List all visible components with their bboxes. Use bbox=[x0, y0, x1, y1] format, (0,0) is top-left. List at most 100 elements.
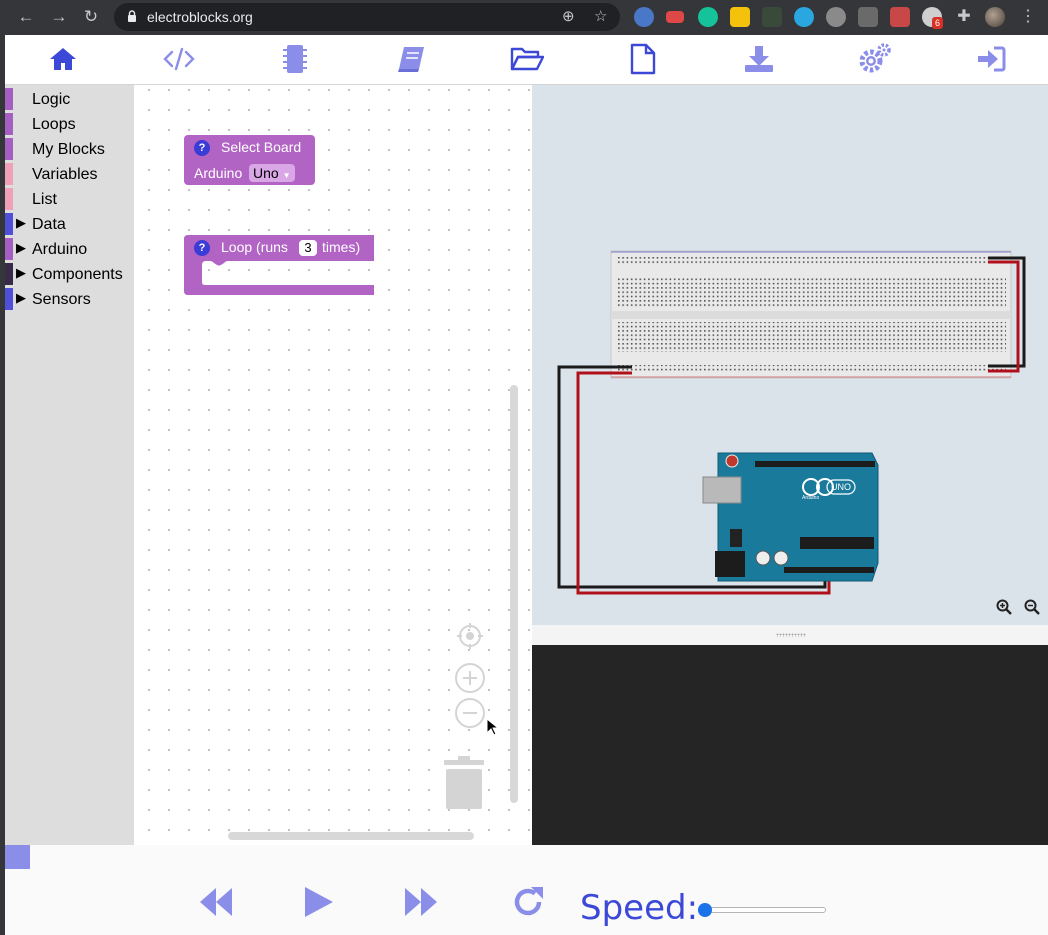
settings-icon[interactable] bbox=[855, 39, 895, 79]
accent-square bbox=[5, 845, 30, 869]
category-color-bar bbox=[5, 113, 13, 135]
breadboard-lower-holes bbox=[616, 322, 1006, 352]
speed-slider[interactable] bbox=[698, 903, 826, 917]
circuit-simulator[interactable]: UNO Arduino bbox=[532, 85, 1048, 625]
lock-icon bbox=[128, 10, 136, 22]
extension-red-shield-icon[interactable] bbox=[890, 7, 910, 27]
workspace-horizontal-scrollbar[interactable] bbox=[228, 832, 474, 840]
extension-gear-icon[interactable] bbox=[826, 7, 846, 27]
browser-chrome: ← → ↻ electroblocks.org ⊕ ☆ 6 ✚ ⋮ bbox=[0, 0, 1048, 35]
board-field-label: Arduino bbox=[194, 165, 243, 181]
sim-zoom-in-icon[interactable] bbox=[996, 599, 1012, 615]
sign-in-icon[interactable] bbox=[971, 39, 1011, 79]
extension-c-icon[interactable] bbox=[858, 7, 878, 27]
zoom-in-icon[interactable] bbox=[455, 663, 485, 693]
breadboard-upper-holes bbox=[616, 278, 1006, 308]
grammarly-icon[interactable] bbox=[698, 7, 718, 27]
blockly-workspace[interactable]: ? Select Board Arduino Uno ▼ ? Loop (run… bbox=[134, 85, 532, 845]
block-title: Select Board bbox=[221, 139, 302, 155]
sidebar-item-loops[interactable]: Loops bbox=[5, 112, 134, 137]
code-icon[interactable] bbox=[159, 39, 199, 79]
category-color-bar bbox=[5, 263, 13, 285]
atmega-chip bbox=[800, 537, 874, 549]
category-color-bar bbox=[5, 213, 13, 235]
capacitor bbox=[755, 550, 771, 566]
panel-resize-handle[interactable] bbox=[532, 625, 1048, 645]
resize-grip-icon bbox=[776, 633, 806, 637]
extensions-puzzle-icon[interactable]: ✚ bbox=[954, 7, 974, 27]
app-toolbar bbox=[5, 35, 1048, 85]
loop-count-field[interactable]: 3 bbox=[299, 240, 317, 256]
sidebar-item-variables[interactable]: Variables bbox=[5, 162, 134, 187]
sidebar-item-label: Sensors bbox=[32, 291, 91, 308]
loop-label-prefix: Loop (runs bbox=[221, 239, 288, 255]
help-icon[interactable]: ? bbox=[194, 140, 210, 156]
toolbox-sidebar: Logic Loops My Blocks Variables List ▶ Data ▶ Ar… bbox=[5, 85, 134, 845]
board-dropdown[interactable]: Uno ▼ bbox=[249, 164, 295, 182]
expand-arrow-icon[interactable]: ▶ bbox=[16, 215, 26, 231]
sidebar-item-logic[interactable]: Logic bbox=[5, 87, 134, 112]
category-color-bar bbox=[5, 88, 13, 110]
serial-console[interactable] bbox=[532, 645, 1048, 845]
sidebar-item-my-blocks[interactable]: My Blocks bbox=[5, 137, 134, 162]
sidebar-item-label: Logic bbox=[32, 91, 71, 108]
play-icon[interactable] bbox=[300, 884, 336, 920]
expand-arrow-icon[interactable]: ▶ bbox=[16, 240, 26, 256]
expand-arrow-icon[interactable]: ▶ bbox=[16, 265, 26, 281]
sidebar-item-arduino[interactable]: ▶ Arduino bbox=[5, 237, 134, 262]
sidebar-item-data[interactable]: ▶ Data bbox=[5, 212, 134, 237]
chip-icon[interactable] bbox=[275, 39, 315, 79]
sidebar-item-label: Variables bbox=[32, 166, 98, 183]
new-file-icon[interactable] bbox=[623, 39, 663, 79]
category-color-bar bbox=[5, 238, 13, 260]
expand-arrow-icon[interactable]: ▶ bbox=[16, 290, 26, 306]
home-icon[interactable] bbox=[43, 39, 83, 79]
mouse-cursor-icon bbox=[486, 717, 500, 741]
folder-open-icon[interactable] bbox=[507, 39, 547, 79]
sidebar-item-sensors[interactable]: ▶ Sensors bbox=[5, 287, 134, 312]
restart-icon[interactable] bbox=[509, 884, 547, 920]
step-backward-icon[interactable] bbox=[197, 884, 235, 920]
capacitor bbox=[773, 550, 789, 566]
loop-block[interactable]: ? Loop (runs 3 times) bbox=[184, 235, 374, 295]
sidebar-item-label: Components bbox=[32, 266, 123, 283]
usb-port bbox=[702, 476, 742, 504]
select-board-block[interactable]: ? Select Board Arduino Uno ▼ bbox=[184, 135, 315, 185]
extension-blue-icon[interactable] bbox=[794, 7, 814, 27]
menu-dots-icon[interactable]: ⋮ bbox=[1018, 7, 1038, 27]
sidebar-item-label: List bbox=[32, 191, 57, 208]
sidebar-item-list[interactable]: List bbox=[5, 187, 134, 212]
book-icon[interactable] bbox=[391, 39, 431, 79]
trash-icon[interactable] bbox=[442, 755, 486, 811]
download-icon[interactable] bbox=[739, 39, 779, 79]
extension-shield-icon[interactable] bbox=[730, 7, 750, 27]
bookmark-star-icon[interactable]: ☆ bbox=[594, 7, 607, 27]
zoom-out-icon[interactable] bbox=[455, 698, 485, 728]
forward-icon[interactable]: → bbox=[48, 6, 70, 28]
category-color-bar bbox=[5, 288, 13, 310]
speed-slider-thumb[interactable] bbox=[698, 903, 712, 917]
extension-1-icon[interactable] bbox=[634, 7, 654, 27]
address-bar[interactable]: electroblocks.org ⊕ ☆ bbox=[114, 3, 620, 31]
power-jack bbox=[715, 551, 745, 577]
workspace-vertical-scrollbar[interactable] bbox=[510, 385, 518, 803]
help-icon[interactable]: ? bbox=[194, 240, 210, 256]
sidebar-item-components[interactable]: ▶ Components bbox=[5, 262, 134, 287]
sim-zoom-out-icon[interactable] bbox=[1024, 599, 1040, 615]
profile-avatar[interactable] bbox=[985, 7, 1005, 27]
extension-video-icon[interactable] bbox=[666, 11, 684, 23]
extension-dark-icon[interactable] bbox=[762, 7, 782, 27]
speed-slider-track bbox=[698, 907, 826, 913]
breadboard-center-channel bbox=[611, 311, 1011, 319]
chevron-down-icon: ▼ bbox=[282, 171, 291, 180]
step-forward-icon[interactable] bbox=[402, 884, 440, 920]
reload-icon[interactable]: ↻ bbox=[80, 6, 102, 28]
recenter-icon[interactable] bbox=[456, 622, 484, 650]
arduino-brand-label: Arduino bbox=[802, 495, 819, 501]
category-color-bar bbox=[5, 188, 13, 210]
add-tab-icon[interactable]: ⊕ bbox=[562, 7, 575, 27]
extension-cloud-icon[interactable]: 6 bbox=[922, 7, 944, 29]
sidebar-item-label: My Blocks bbox=[32, 141, 105, 158]
reset-button bbox=[725, 454, 739, 468]
back-icon[interactable]: ← bbox=[15, 6, 37, 28]
